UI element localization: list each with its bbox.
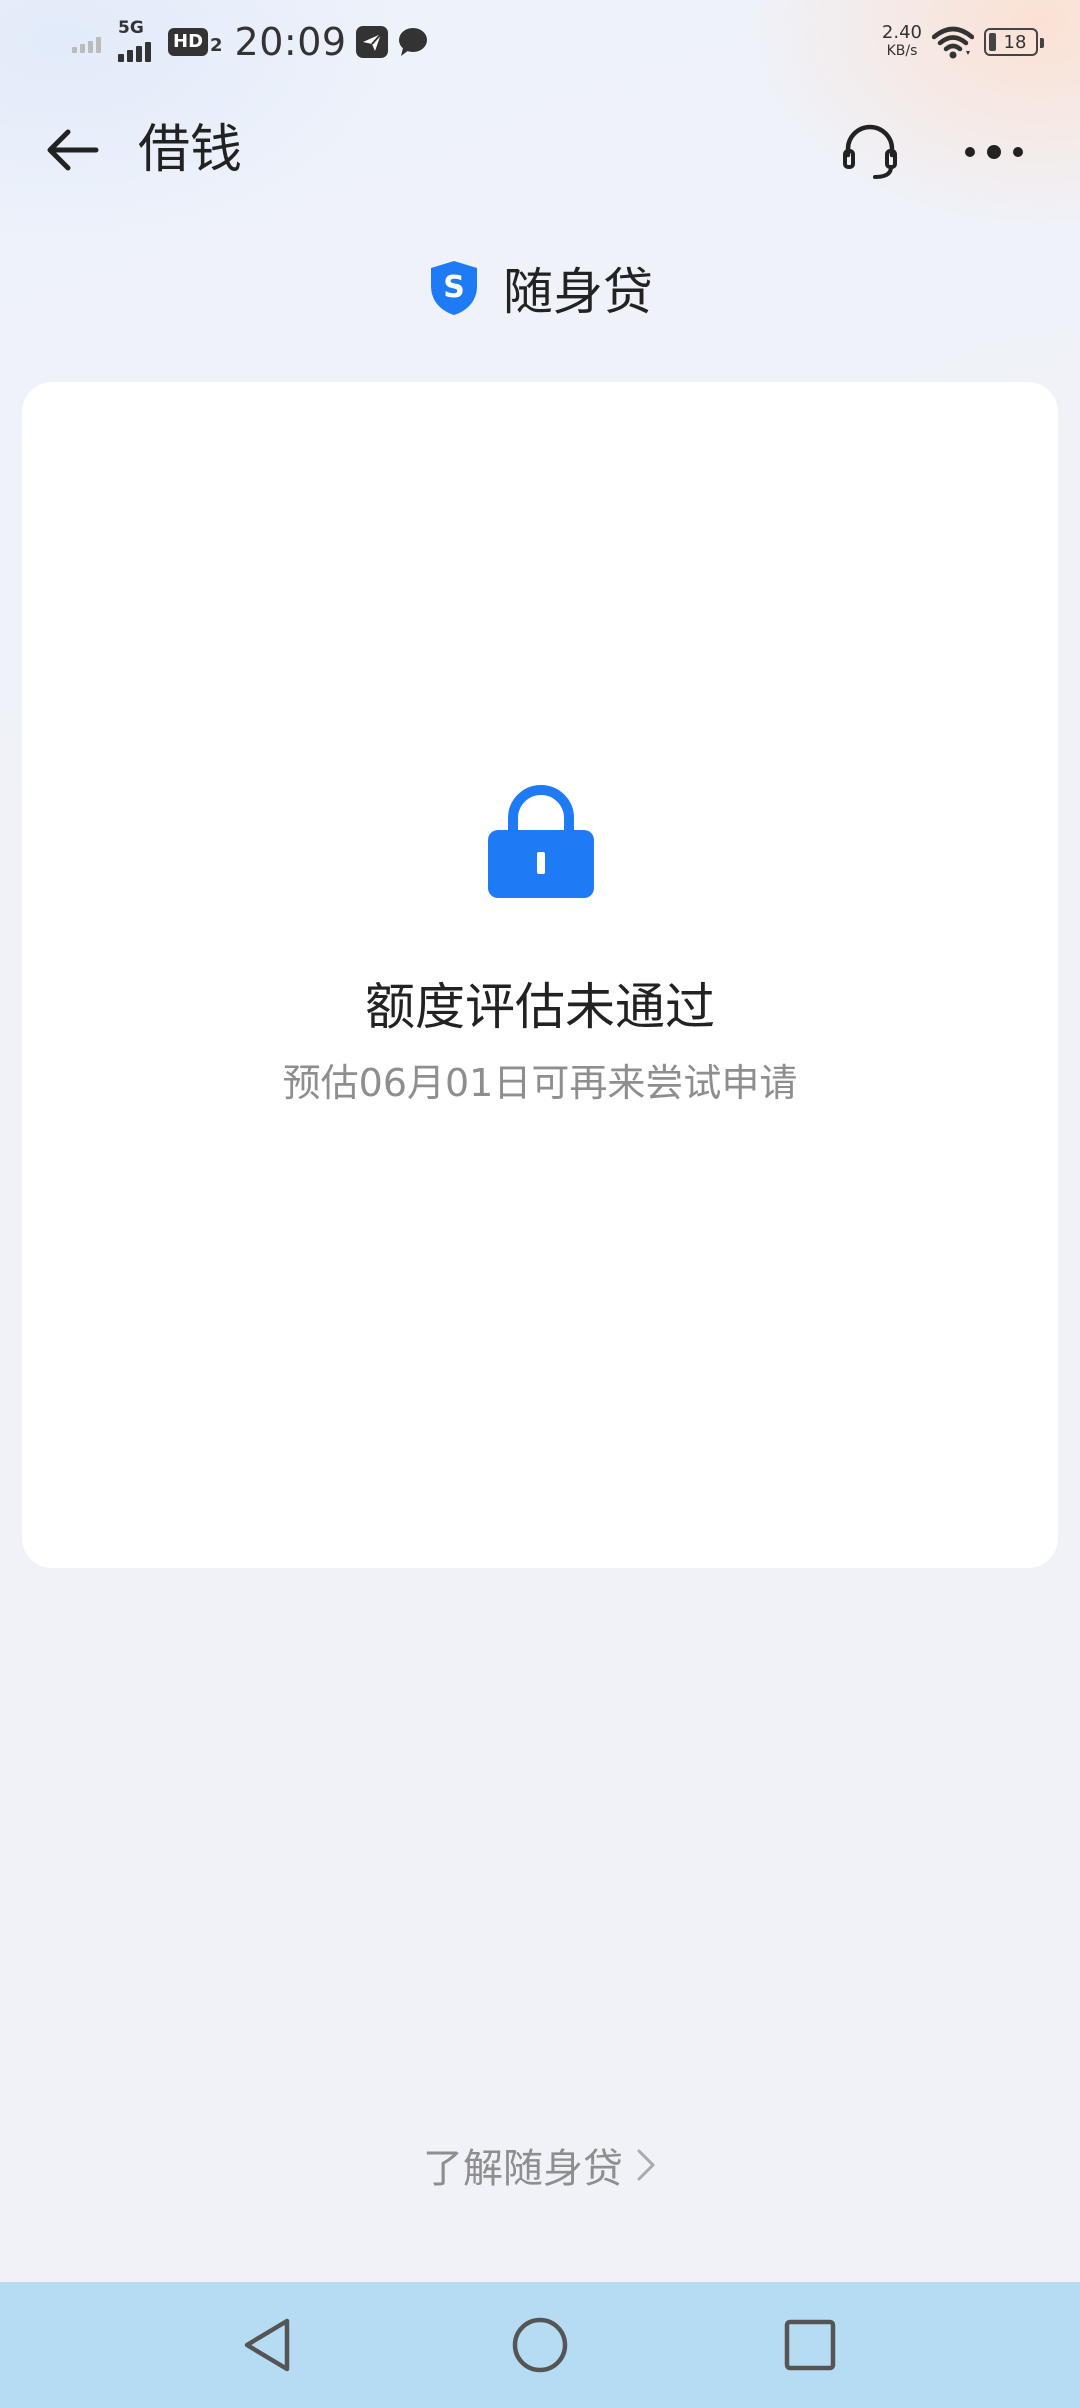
signal-weak-icon xyxy=(72,37,101,53)
chevron-right-icon xyxy=(637,2149,655,2181)
battery-cap xyxy=(1040,38,1044,48)
clock: 20:09 xyxy=(234,20,347,64)
paper-plane-icon xyxy=(355,26,388,58)
signal-strong-icon xyxy=(118,42,151,62)
signal-5g: 5G xyxy=(116,18,160,62)
more-options-button[interactable] xyxy=(956,114,1032,190)
chat-bubble-icon xyxy=(398,28,427,56)
learn-more-label: 了解随身贷 xyxy=(423,2146,623,2192)
shield-logo-icon: S xyxy=(431,261,477,315)
square-recents-icon xyxy=(784,2319,836,2371)
customer-service-button[interactable] xyxy=(832,114,908,190)
battery-level: 18 xyxy=(1003,31,1027,53)
page-title: 借钱 xyxy=(138,120,243,180)
net-speed-value: 2.40 xyxy=(881,22,922,43)
result-card: 额度评估未通过 预估06月01日可再来尝试申请 xyxy=(22,382,1058,1568)
system-nav-bar xyxy=(0,2282,1080,2408)
logo-letter: S xyxy=(443,270,465,305)
hd-label: HD xyxy=(168,28,209,56)
result-title: 额度评估未通过 xyxy=(365,978,715,1036)
more-dots-icon xyxy=(965,145,1023,159)
network-type-label: 5G xyxy=(118,18,144,38)
learn-more-link[interactable]: 了解随身贷 xyxy=(0,2130,1080,2200)
back-button[interactable] xyxy=(36,118,108,182)
circle-home-icon xyxy=(512,2317,568,2373)
hd-sub: 2 xyxy=(210,35,223,56)
nav-back-button[interactable] xyxy=(222,2302,312,2388)
status-left: 5G HD 2 20:09 xyxy=(72,14,429,70)
hd-badge: HD 2 xyxy=(168,28,223,56)
status-right: 2.40 KB/s 18 xyxy=(882,16,1044,68)
app-header: 借钱 xyxy=(0,96,1080,204)
product-name: 随身贷 xyxy=(503,263,653,321)
result-subtitle: 预估06月01日可再来尝试申请 xyxy=(282,1061,798,1105)
net-speed-unit: KB/s xyxy=(886,43,918,59)
battery-indicator: 18 xyxy=(984,28,1044,56)
status-bar: 5G HD 2 20:09 2.40 KB/s 18 xyxy=(0,0,1080,84)
nav-home-button[interactable] xyxy=(495,2302,585,2388)
nav-recents-button[interactable] xyxy=(765,2302,855,2388)
lock-icon xyxy=(488,785,594,898)
battery-fill xyxy=(989,33,996,51)
product-title: S 随身贷 xyxy=(0,250,1080,326)
arrow-left-icon xyxy=(47,129,99,171)
triangle-back-icon xyxy=(244,2318,290,2372)
net-speed: 2.40 KB/s xyxy=(882,24,922,60)
headset-icon xyxy=(843,124,897,179)
wifi-icon xyxy=(932,26,974,59)
